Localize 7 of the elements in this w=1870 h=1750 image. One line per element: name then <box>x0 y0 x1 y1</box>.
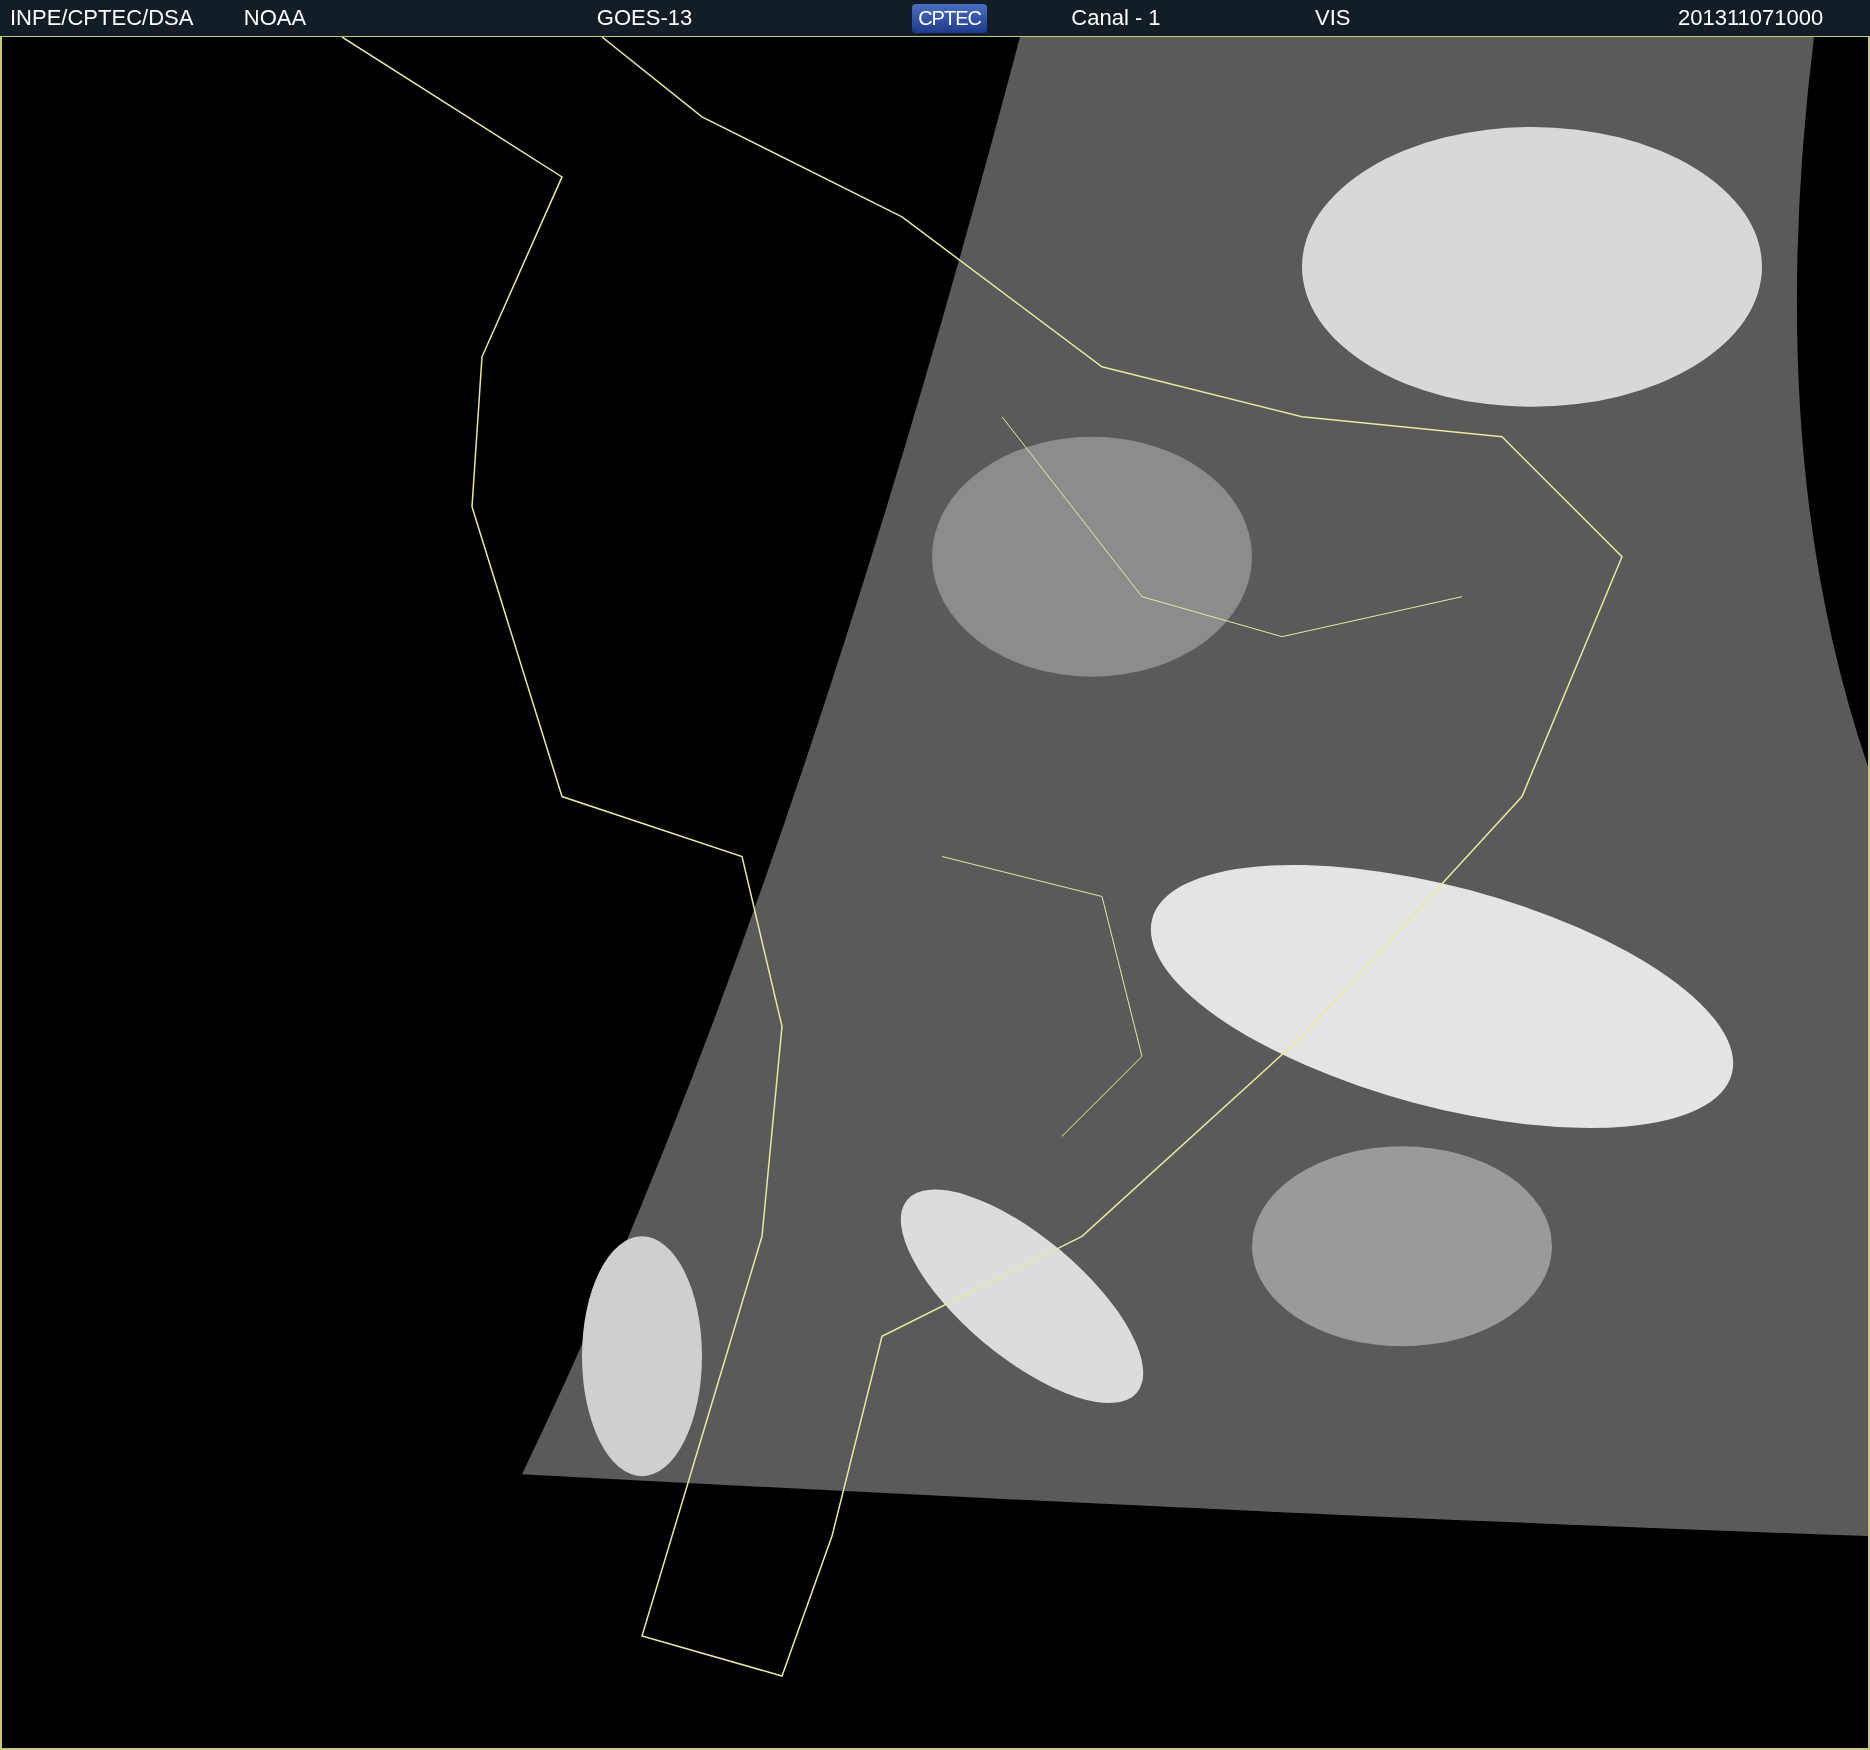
header-label: GOES-13 <box>596 5 693 31</box>
header-label: NOAA <box>243 5 307 31</box>
header-label: VIS <box>1315 5 1351 31</box>
header-label: Canal - 1 <box>1071 5 1161 31</box>
logo: CPTEC <box>912 3 987 33</box>
header-label: 201311071000 <box>1678 5 1824 31</box>
header-label: INPE/CPTEC/DSA <box>10 5 194 31</box>
